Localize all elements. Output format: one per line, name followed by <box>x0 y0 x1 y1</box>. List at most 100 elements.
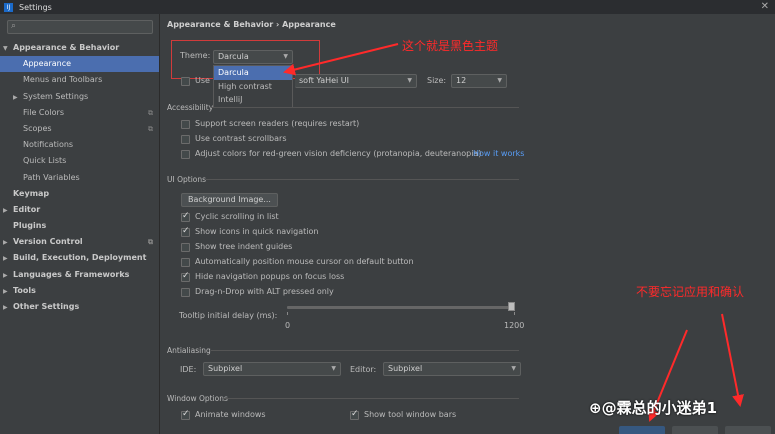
chevron-right-icon[interactable]: ▶ <box>3 235 13 251</box>
editor-antialias-value: Subpixel <box>388 364 423 373</box>
option-checkbox[interactable] <box>181 120 190 129</box>
sidebar-item[interactable]: Path Variables <box>0 170 159 186</box>
sidebar-item[interactable]: File Colors ⧉ <box>0 105 159 121</box>
chevron-right-icon[interactable]: ▶ <box>3 203 13 219</box>
sidebar-item[interactable]: Keymap <box>0 186 159 202</box>
option-label: Hide navigation popups on focus loss <box>195 272 345 281</box>
theme-option[interactable]: Darcula <box>214 66 292 80</box>
option-checkbox[interactable] <box>181 211 190 222</box>
chevron-down-icon: ▼ <box>331 365 336 372</box>
app-icon: IJ <box>4 2 13 12</box>
sidebar-item[interactable]: Menus and Toolbars <box>0 72 159 88</box>
use-custom-font-checkbox[interactable] <box>181 77 190 86</box>
option-label: Drag-n-Drop with ALT pressed only <box>195 287 334 296</box>
theme-option[interactable]: High contrast <box>214 80 292 94</box>
option-checkbox[interactable] <box>181 271 190 282</box>
sidebar-item[interactable]: ▶ Languages & Frameworks <box>0 267 159 283</box>
sidebar-item[interactable]: ▶ Other Settings <box>0 299 159 315</box>
background-image-button[interactable]: Background Image... <box>181 193 278 207</box>
animate-windows-checkbox[interactable] <box>181 409 190 420</box>
option-label: Support screen readers (requires restart… <box>195 119 360 128</box>
tooltip-min-label: 0 <box>285 321 291 330</box>
annotation-text-theme: 这个就是黑色主题 <box>402 39 499 53</box>
cancel-button[interactable] <box>672 426 718 434</box>
font-select-value: soft YaHei UI <box>299 76 350 85</box>
ide-antialias-select[interactable]: Subpixel ▼ <box>203 362 341 376</box>
tooltip-delay-slider[interactable] <box>287 306 515 309</box>
sidebar-item-label: Keymap <box>13 188 50 198</box>
option-label: Use contrast scrollbars <box>195 134 287 143</box>
theme-option[interactable]: IntelliJ <box>214 93 292 107</box>
chevron-down-icon: ▼ <box>511 365 516 372</box>
sidebar-item-label: Plugins <box>13 221 47 231</box>
option-checkbox[interactable] <box>181 243 190 252</box>
sidebar-item-label: Languages & Frameworks <box>13 269 130 279</box>
sidebar-item[interactable]: Notifications <box>0 137 159 153</box>
chevron-right-icon[interactable]: ▶ <box>3 300 13 316</box>
search-input[interactable]: ⌕ <box>7 20 153 34</box>
chevron-down-icon[interactable]: ▼ <box>3 41 13 57</box>
chevron-right-icon[interactable]: ▶ <box>3 284 13 300</box>
show-tool-window-bars-checkbox[interactable] <box>350 409 359 420</box>
option-checkbox[interactable] <box>181 288 190 297</box>
chevron-right-icon[interactable]: ▶ <box>3 251 13 267</box>
sidebar-item[interactable]: ▶ Tools <box>0 283 159 299</box>
sidebar-item[interactable]: Plugins <box>0 218 159 234</box>
watermark: ⊕@霖总的小迷弟1 <box>589 399 718 417</box>
sidebar-item-label: Other Settings <box>13 302 80 311</box>
sidebar-item[interactable]: ▶ Version Control ⧉ <box>0 234 159 250</box>
editor-antialias-select[interactable]: Subpixel ▼ <box>383 362 521 376</box>
sidebar-item[interactable]: Quick Lists <box>0 153 159 169</box>
section-divider <box>223 398 519 399</box>
slider-tick <box>514 312 515 315</box>
project-level-icon: ⧉ <box>148 238 153 247</box>
breadcrumb: Appearance & Behavior › Appearance <box>167 20 336 29</box>
settings-sidebar: ⌕ ▼ Appearance & Behavior Appearance Menus … <box>0 14 160 434</box>
option-label: Cyclic scrolling in list <box>195 212 279 221</box>
editor-antialias-label: Editor: <box>350 365 377 374</box>
ok-button[interactable] <box>619 426 665 434</box>
search-icon: ⌕ <box>11 21 17 31</box>
theme-select[interactable]: Darcula ▼ <box>213 50 293 64</box>
option-checkbox[interactable] <box>181 258 190 267</box>
font-select[interactable]: soft YaHei UI ▼ <box>295 74 417 88</box>
option-checkbox[interactable] <box>181 135 190 144</box>
chevron-right-icon[interactable]: ▶ <box>3 268 13 284</box>
sidebar-item[interactable]: Scopes ⧉ <box>0 121 159 137</box>
window-titlebar: IJ Settings ✕ <box>0 0 775 14</box>
sidebar-item[interactable]: ▶ Editor <box>0 202 159 218</box>
sidebar-item-label: File Colors <box>23 107 64 117</box>
use-font-label: Use <box>195 76 210 85</box>
chevron-down-icon: ▼ <box>407 77 412 84</box>
section-ui-options: UI Options <box>167 175 207 184</box>
option-checkbox[interactable] <box>181 150 190 159</box>
project-level-icon: ⧉ <box>148 124 153 133</box>
section-accessibility: Accessibility <box>167 103 214 112</box>
font-size-value: 12 <box>456 76 467 85</box>
apply-button[interactable] <box>725 426 771 434</box>
tooltip-delay-slider-thumb[interactable] <box>508 302 515 311</box>
project-level-icon: ⧉ <box>148 108 153 117</box>
option-checkbox[interactable] <box>181 226 190 237</box>
window-title: Settings <box>19 2 52 12</box>
sidebar-item-label: Quick Lists <box>23 156 67 166</box>
chevron-right-icon[interactable]: ▶ <box>13 90 23 106</box>
chevron-down-icon: ▼ <box>497 77 502 84</box>
font-size-select[interactable]: 12 ▼ <box>451 74 507 88</box>
option-label: Adjust colors for red-green vision defic… <box>195 149 482 158</box>
how-it-works-link[interactable]: How it works <box>473 149 524 158</box>
sidebar-item-label: Build, Execution, Deployment <box>13 253 147 263</box>
theme-select-value: Darcula <box>218 52 249 61</box>
close-icon[interactable]: ✕ <box>761 1 769 12</box>
sidebar-item[interactable]: ▼ Appearance & Behavior <box>0 40 159 56</box>
tooltip-max-label: 1200 <box>504 321 525 330</box>
section-window-options: Window Options <box>167 394 228 403</box>
option-label: Automatically position mouse cursor on d… <box>195 257 414 266</box>
sidebar-item[interactable]: ▶ System Settings <box>0 89 159 105</box>
sidebar-item-label: Version Control <box>13 237 83 247</box>
sidebar-item-label: Tools <box>13 285 36 295</box>
sidebar-item[interactable]: Appearance <box>0 56 159 73</box>
sidebar-item-label: Scopes <box>23 123 52 133</box>
sidebar-item[interactable]: ▶ Build, Execution, Deployment <box>0 250 159 266</box>
theme-label: Theme: <box>180 51 211 60</box>
